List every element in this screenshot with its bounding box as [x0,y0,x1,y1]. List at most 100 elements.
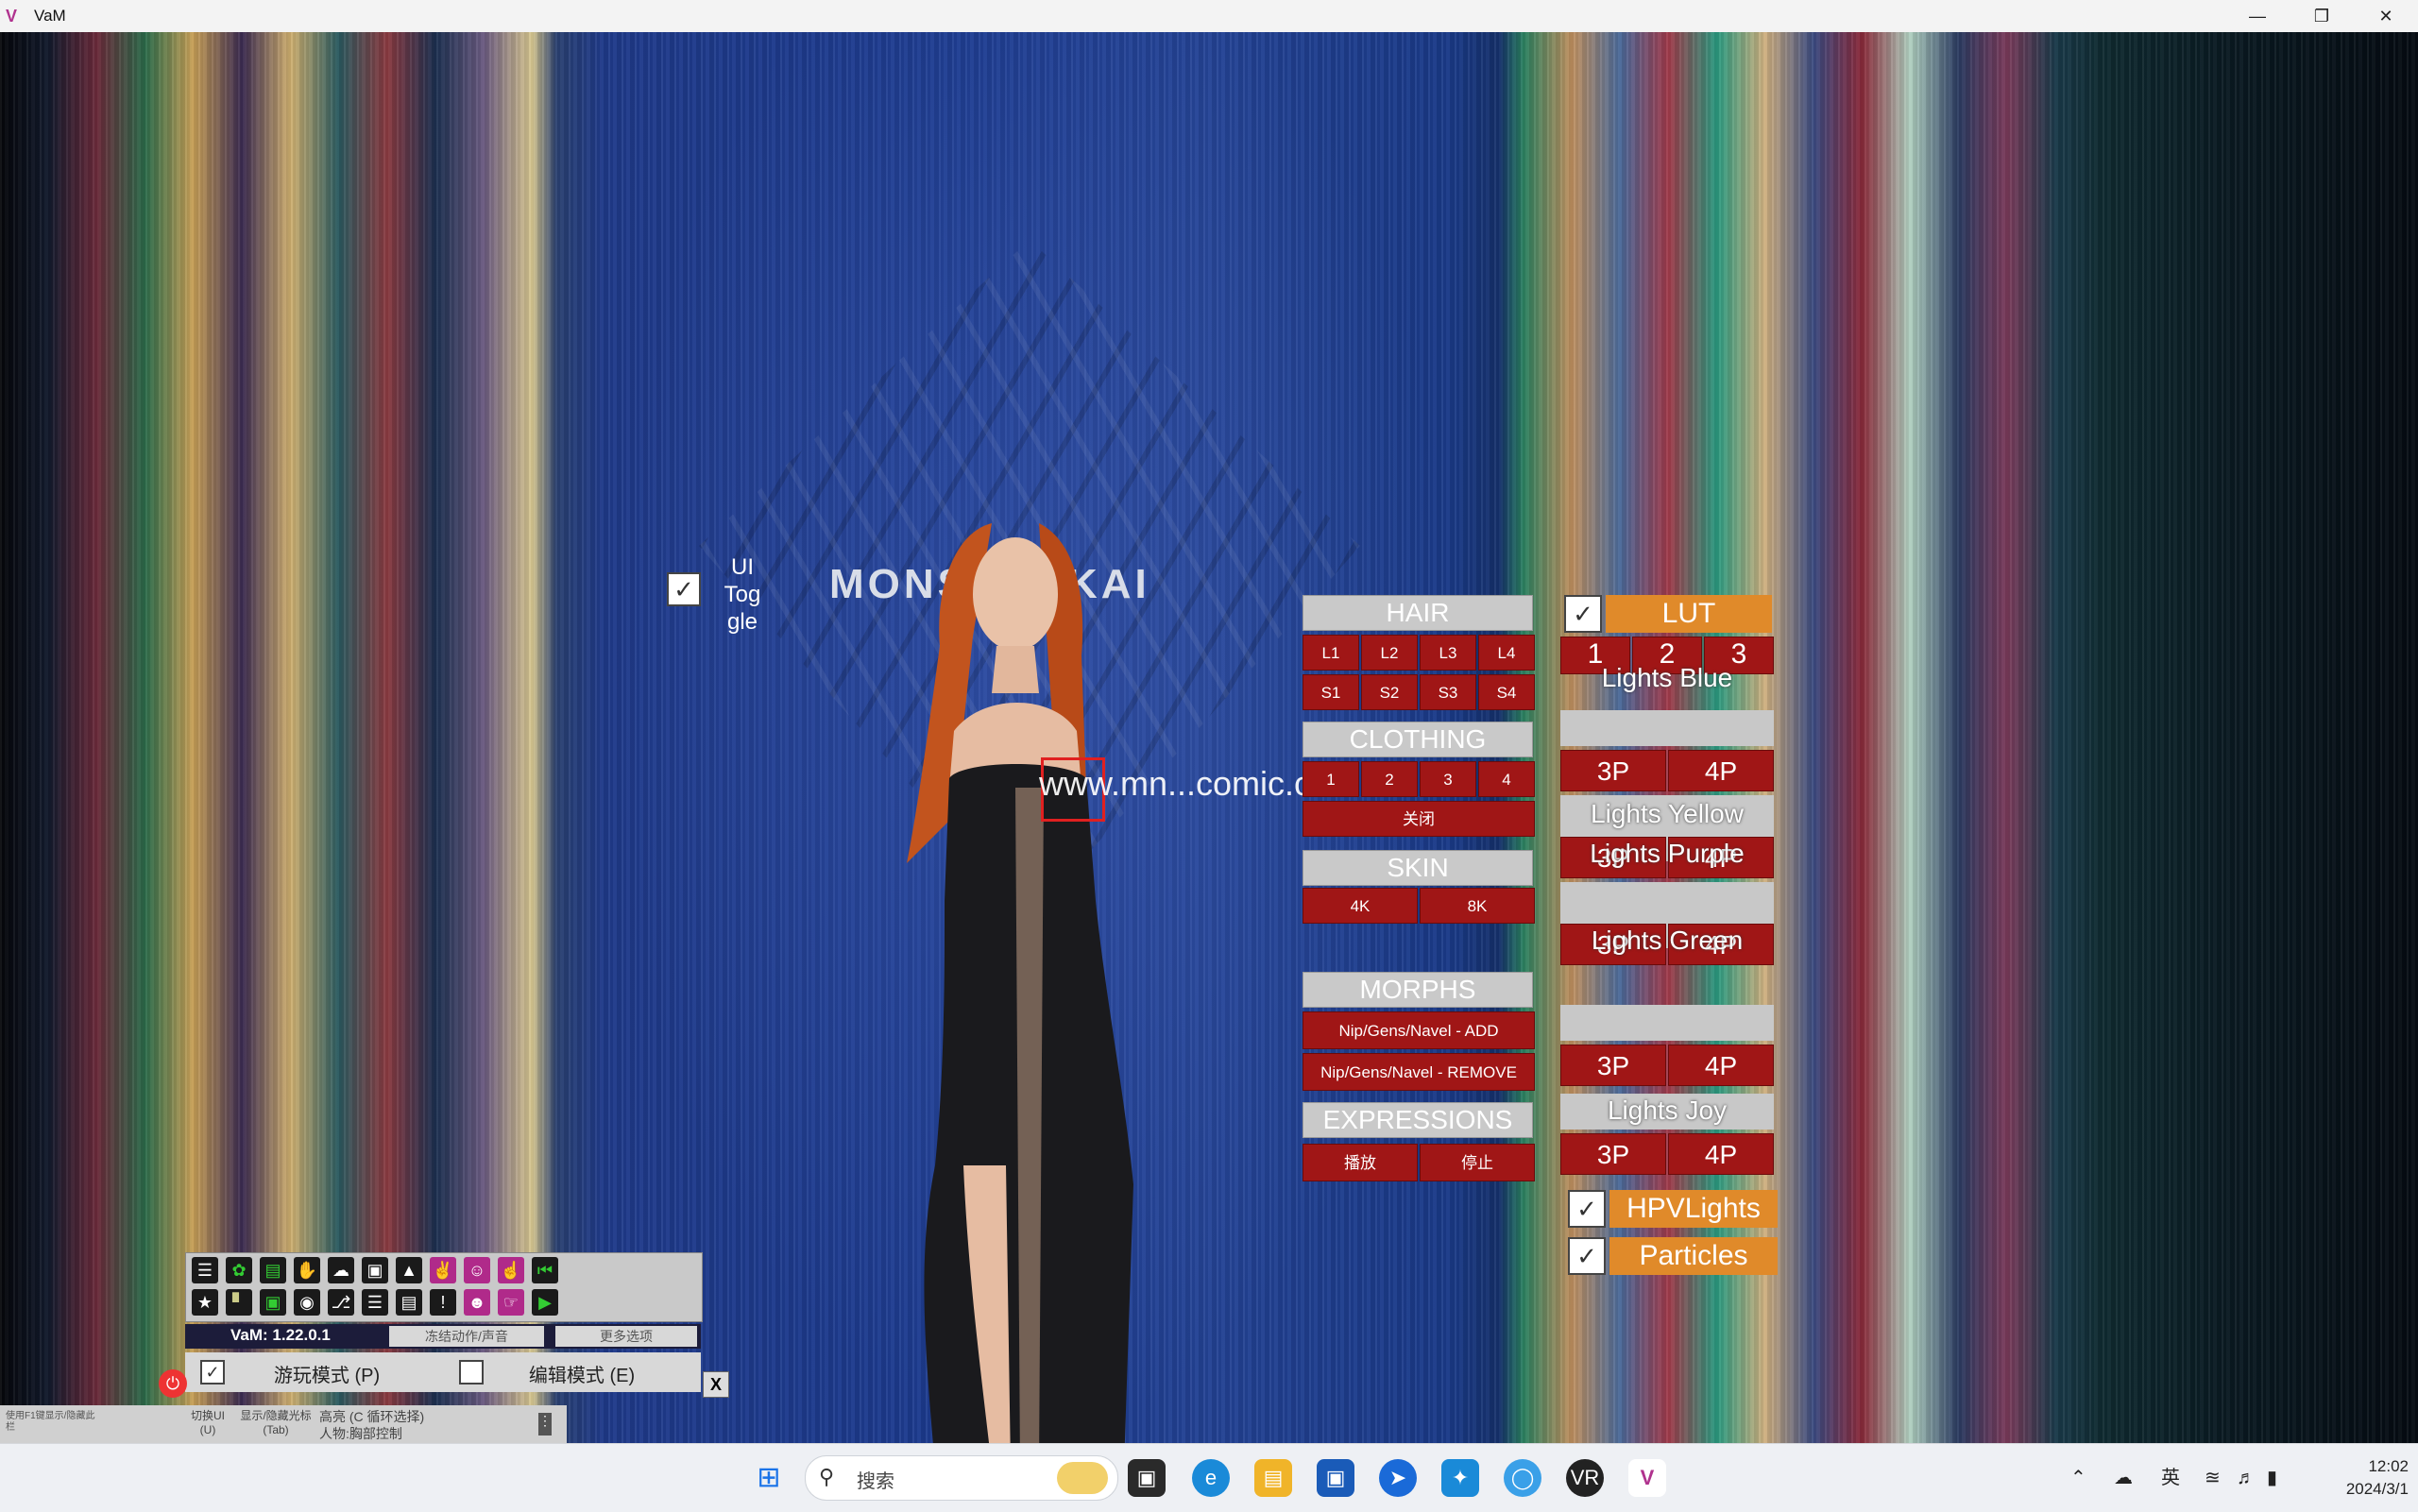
hair-l1-button[interactable]: L1 [1303,635,1359,671]
document-icon[interactable]: ▤ [396,1289,422,1316]
folder-icon[interactable]: ▤ [260,1257,286,1283]
play-mode-button[interactable]: 游玩模式 (P) [242,1360,412,1387]
vam-toolbar: ☰ ✿ ▤ ✋ ☁ ▣ ▲ ✌ ☺ ☝ ⏮ ★ ▘ ▣ ◉ ⎇ ☰ ▤ ! ☻ … [185,1252,703,1322]
search-highlight-icon [1057,1462,1108,1494]
hair-s1-button[interactable]: S1 [1303,674,1359,710]
particles-checkbox[interactable]: ✓ [1568,1237,1606,1275]
taskbar: ⊞ ⚲ 搜索 ▣ e ▤ ▣ ➤ ✦ ◯ VR V ⌃ ☁ 英 ≊ ♬ ▮ 12… [0,1443,2418,1512]
lights-joy-3p-button[interactable]: 3P [1560,1133,1666,1175]
clothing-header: CLOTHING [1303,722,1533,757]
morphs-header: MORPHS [1303,972,1533,1008]
more-options-button[interactable]: 更多选项 [555,1326,697,1347]
restore-button[interactable]: ❐ [2290,0,2354,32]
watermark-text: www.mn...comic.cc [1039,764,1329,803]
screenshot-icon[interactable]: ▣ [260,1289,286,1316]
user-icon[interactable]: ☻ [464,1289,490,1316]
clothing-off-button[interactable]: 关闭 [1303,801,1535,837]
battery-icon[interactable]: ▮ [2267,1444,2277,1512]
lights-blue-3p-button[interactable]: 3P [1560,750,1666,791]
onedrive-icon[interactable]: ☁ [2114,1444,2133,1512]
hpvlights-checkbox[interactable]: ✓ [1568,1190,1606,1228]
touch-icon[interactable]: ☝ [498,1257,524,1283]
hpvlights-label: HPVLights [1609,1190,1778,1228]
camera-icon[interactable]: ◉ [294,1289,320,1316]
cube-icon[interactable]: ▣ [362,1257,388,1283]
skin-4k-button[interactable]: 4K [1303,888,1418,924]
clothing-2-button[interactable]: 2 [1361,761,1418,797]
close-toolbar-button[interactable]: X [703,1371,729,1398]
scene-viewport[interactable]: MONS HINKAI www.mn...comic.cc ✓ UI Tog g… [0,32,2418,1443]
layers-icon[interactable]: ☰ [362,1289,388,1316]
lights-green-3p-button[interactable]: 3P [1560,1045,1666,1086]
task-view-icon[interactable]: ▣ [1128,1459,1166,1497]
play-icon[interactable]: ▶ [532,1289,558,1316]
cloud-icon[interactable]: ☁ [328,1257,354,1283]
play-mode-checkbox[interactable]: ✓ [200,1360,225,1385]
person-icon[interactable]: ☺ [464,1257,490,1283]
hand-icon[interactable]: ✋ [294,1257,320,1283]
clothing-3-button[interactable]: 3 [1420,761,1476,797]
start-icon[interactable]: ⊞ [750,1459,788,1497]
hair-l3-button[interactable]: L3 [1420,635,1476,671]
taskbar-search[interactable]: ⚲ 搜索 [805,1455,1118,1501]
vr-icon[interactable]: VR [1566,1459,1604,1497]
clock[interactable]: 12:02 2024/3/1 [2314,1455,2409,1501]
pointer-icon[interactable]: ☞ [498,1289,524,1316]
expressions-header: EXPRESSIONS [1303,1102,1533,1138]
hair-l4-button[interactable]: L4 [1478,635,1535,671]
star-icon[interactable]: ★ [192,1289,218,1316]
skin-8k-button[interactable]: 8K [1420,888,1535,924]
expressions-stop-button[interactable]: 停止 [1420,1144,1535,1181]
edge-icon[interactable]: e [1192,1459,1230,1497]
vam-taskbar-icon[interactable]: V [1628,1459,1666,1497]
app-bird-icon[interactable]: ✦ [1441,1459,1479,1497]
minimize-button[interactable]: — [2225,0,2290,32]
store-icon[interactable]: ▣ [1317,1459,1354,1497]
glove-icon[interactable]: ✌ [430,1257,456,1283]
clock-time: 12:02 [2368,1457,2409,1475]
toggle-ui-hint[interactable]: 切换UI (U) [185,1409,230,1437]
alert-icon[interactable]: ! [430,1289,456,1316]
character-figure[interactable] [850,504,1190,1443]
app-arrow-icon[interactable]: ➤ [1379,1459,1417,1497]
expressions-play-button[interactable]: 播放 [1303,1144,1418,1181]
highlight-hint[interactable]: 高亮 (C 循环选择) [319,1407,424,1426]
shoe-icon[interactable]: ▘ [226,1289,252,1316]
hair-s3-button[interactable]: S3 [1420,674,1476,710]
ime-indicator[interactable]: 英 [2161,1444,2180,1512]
freeze-motion-toggle[interactable]: 冻结动作/声音 [389,1326,544,1347]
more-icon[interactable]: ⋮ [538,1413,552,1436]
edit-mode-checkbox[interactable] [459,1360,484,1385]
menu-icon[interactable]: ☰ [192,1257,218,1283]
leaf-icon[interactable]: ✿ [226,1257,252,1283]
edit-mode-button[interactable]: 编辑模式 (E) [497,1360,667,1387]
wifi-icon[interactable]: ≊ [2205,1444,2221,1512]
app-rings-icon[interactable]: ◯ [1504,1459,1541,1497]
lut-label: LUT [1606,595,1772,633]
hair-l2-button[interactable]: L2 [1361,635,1418,671]
skip-back-icon[interactable]: ⏮ [532,1257,558,1283]
show-cursor-hint[interactable]: 显示/隐藏光标 (Tab) [236,1409,315,1437]
person-control-hint: 人物:胸部控制 [319,1426,402,1441]
package-icon[interactable]: ▲ [396,1257,422,1283]
close-button[interactable]: ✕ [2354,0,2418,32]
lut-checkbox[interactable]: ✓ [1564,595,1602,633]
clothing-1-button[interactable]: 1 [1303,761,1359,797]
volume-icon[interactable]: ♬ [2237,1444,2256,1512]
lights-green-4p-button[interactable]: 4P [1668,1045,1774,1086]
lights-blue-4p-button[interactable]: 4P [1668,750,1774,791]
tray-expand-icon[interactable]: ⌃ [2070,1444,2086,1512]
tree-icon[interactable]: ⎇ [328,1289,354,1316]
mode-bar: ✓ 游玩模式 (P) 编辑模式 (E) [185,1352,701,1392]
lights-blue-row [1560,710,1774,746]
morphs-add-button[interactable]: Nip/Gens/Navel - ADD [1303,1011,1535,1049]
clothing-4-button[interactable]: 4 [1478,761,1535,797]
file-explorer-icon[interactable]: ▤ [1254,1459,1292,1497]
morphs-remove-button[interactable]: Nip/Gens/Navel - REMOVE [1303,1053,1535,1091]
hair-s2-button[interactable]: S2 [1361,674,1418,710]
clock-date: 2024/3/1 [2345,1480,2409,1498]
power-icon[interactable]: ⏻ [159,1369,187,1398]
lights-joy-4p-button[interactable]: 4P [1668,1133,1774,1175]
ui-toggle-checkbox[interactable]: ✓ [667,572,701,606]
hair-s4-button[interactable]: S4 [1478,674,1535,710]
